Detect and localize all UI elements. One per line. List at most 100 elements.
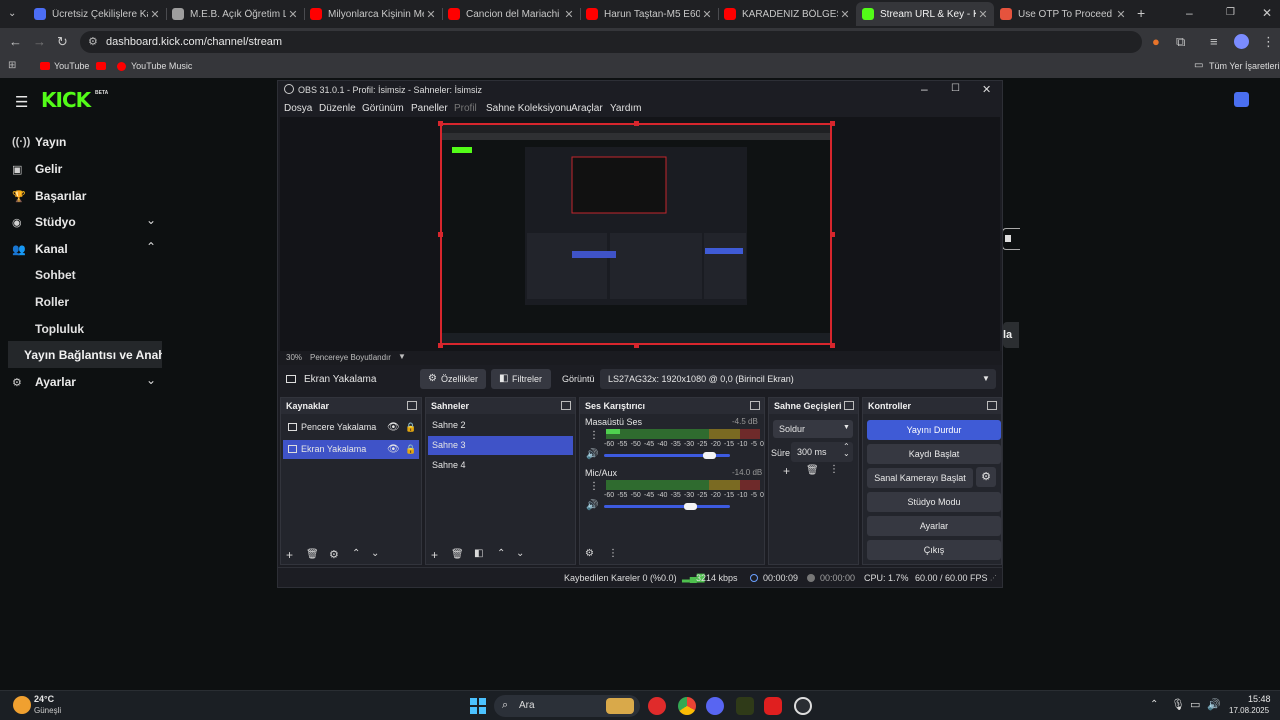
channel-menu-icon[interactable]: ⋮: [589, 430, 599, 441]
tab-close-icon[interactable]: ✕: [562, 8, 576, 21]
eye-icon[interactable]: 👁: [387, 440, 400, 459]
address-bar[interactable]: ⚙ dashboard.kick.com/channel/stream: [80, 31, 1142, 53]
volume-slider-knob[interactable]: [702, 452, 716, 459]
close-window-icon[interactable]: ✕: [1262, 6, 1272, 20]
duration-input[interactable]: 300 ms ⌃ ⌄: [791, 442, 853, 462]
partial-button[interactable]: la: [1003, 322, 1019, 348]
clock-date[interactable]: 17.08.2025: [1229, 706, 1269, 715]
remove-source-icon[interactable]: 🗑: [306, 549, 319, 560]
sidebar-subitem[interactable]: Roller: [35, 295, 69, 309]
sidebar-item-2[interactable]: 🏆 Başarılar: [12, 189, 86, 203]
channel-menu-icon[interactable]: ⋮: [589, 481, 599, 492]
discord-icon[interactable]: [706, 697, 724, 715]
preview-canvas[interactable]: [440, 123, 832, 345]
new-tab-icon[interactable]: +: [1137, 6, 1145, 20]
move-down-icon[interactable]: ⌄: [371, 548, 379, 559]
transition-select[interactable]: Soldur ▼: [773, 420, 853, 438]
apps-grid-icon[interactable]: ⊞: [8, 60, 16, 71]
virtual-camera-settings-button[interactable]: ⚙: [976, 467, 996, 487]
move-down-icon[interactable]: ⌄: [516, 548, 524, 559]
site-info-icon[interactable]: ⚙: [88, 35, 98, 48]
scene-filter-icon[interactable]: ◧: [474, 548, 483, 559]
dock-icon[interactable]: [561, 401, 571, 410]
browser-tab[interactable]: Cancion del Mariachi - Yo✕: [442, 2, 580, 26]
lock-icon[interactable]: 🔒: [405, 440, 416, 459]
dock-icon[interactable]: [844, 401, 854, 410]
chevron-icon[interactable]: ⌄: [146, 213, 156, 227]
sidebar-item-stream-key[interactable]: Yayın Bağlantısı ve Anahtarı: [24, 348, 162, 362]
youtube-app-icon[interactable]: [764, 697, 782, 715]
control-button[interactable]: Kaydı Başlat: [867, 444, 1001, 464]
chevron-down-icon[interactable]: ▼: [398, 352, 406, 361]
volume-icon[interactable]: 🔊: [1207, 698, 1221, 711]
resize-handle[interactable]: [830, 343, 835, 348]
speaker-icon[interactable]: 🔊: [586, 500, 598, 511]
zoom-mode-select[interactable]: Pencereye Boyutlandır: [310, 353, 391, 362]
browser-tab[interactable]: Use OTP To Proceed - lev✕: [994, 2, 1132, 26]
resize-handle[interactable]: [830, 121, 835, 126]
control-button[interactable]: Yayını Durdur: [867, 420, 1001, 440]
resize-handle[interactable]: [634, 121, 639, 126]
tray-chevron-icon[interactable]: ⌃: [1150, 699, 1158, 710]
obs-menu-item[interactable]: Yardım: [610, 103, 642, 114]
profile-avatar[interactable]: [1234, 34, 1249, 49]
control-button[interactable]: Stüdyo Modu: [867, 492, 1001, 512]
resize-handle[interactable]: [438, 232, 443, 237]
tab-search-icon[interactable]: ⌄: [8, 7, 16, 21]
control-button[interactable]: Ayarlar: [867, 516, 1001, 536]
tab-close-icon[interactable]: ✕: [976, 8, 990, 21]
extensions-puzzle-icon[interactable]: ⧉: [1176, 35, 1185, 49]
app-icon-red[interactable]: [648, 697, 666, 715]
volume-slider-knob[interactable]: [683, 503, 697, 510]
properties-button[interactable]: ⚙ Özellikler: [420, 369, 486, 389]
browser-tab[interactable]: Harun Taştan-M5 E60 S V✕: [580, 2, 718, 26]
browser-tab[interactable]: KARADENİZ BÖLGESİ'NİN✕: [718, 2, 856, 26]
obs-menu-item[interactable]: Paneller: [411, 103, 448, 114]
sidebar-item-4[interactable]: 👥 Kanal: [12, 242, 68, 256]
tab-close-icon[interactable]: ✕: [286, 8, 300, 21]
remove-scene-icon[interactable]: 🗑: [451, 549, 464, 560]
volume-slider-track[interactable]: [604, 505, 730, 508]
reload-icon[interactable]: ↻: [57, 35, 68, 49]
add-scene-icon[interactable]: +: [431, 548, 438, 562]
filters-button[interactable]: ◧ Filtreler: [491, 369, 551, 389]
maximize-icon[interactable]: ☐: [951, 83, 960, 94]
add-transition-icon[interactable]: +: [783, 464, 790, 478]
weather-sun-icon[interactable]: [13, 696, 31, 714]
display-select[interactable]: LS27AG32x: 1920x1080 @ 0,0 (Birincil Ekr…: [600, 369, 996, 389]
tab-close-icon[interactable]: ✕: [700, 8, 714, 21]
dock-icon[interactable]: [987, 401, 997, 410]
obs-menu-item[interactable]: Profil: [454, 103, 477, 114]
browser-tab[interactable]: Ücretsiz Çekilişlere Katılın✕: [28, 2, 166, 26]
sidebar-subitem[interactable]: Sohbet: [35, 268, 76, 282]
dock-icon[interactable]: [750, 401, 760, 410]
stepper-down-icon[interactable]: ⌄: [843, 449, 850, 458]
speaker-icon[interactable]: 🔊: [586, 449, 598, 460]
lock-icon[interactable]: 🔒: [405, 418, 416, 437]
add-source-icon[interactable]: +: [286, 548, 293, 562]
bookmark-youtube[interactable]: YouTube: [54, 61, 89, 71]
sidebar-item-0[interactable]: ((·)) Yayın: [12, 135, 66, 149]
browser-tab[interactable]: Stream URL & Key - Kick✕: [856, 2, 994, 26]
source-row[interactable]: Pencere Yakalama 👁 🔒: [283, 418, 419, 437]
move-up-icon[interactable]: ⌃: [497, 548, 505, 559]
obs-app-icon[interactable]: [794, 697, 812, 715]
resize-handle[interactable]: [438, 343, 443, 348]
back-icon[interactable]: ←: [9, 35, 22, 49]
hamburger-menu-icon[interactable]: ☰: [15, 93, 28, 111]
source-properties-icon[interactable]: ⚙: [329, 548, 339, 561]
chevron-icon[interactable]: ⌃: [146, 240, 156, 254]
move-up-icon[interactable]: ⌃: [352, 548, 360, 559]
resize-handle[interactable]: [438, 121, 443, 126]
tab-close-icon[interactable]: ✕: [424, 8, 438, 21]
browser-tab[interactable]: M.E.B. Açık Öğretim Lisesi✕: [166, 2, 304, 26]
microphone-icon[interactable]: 🎙: [1171, 698, 1185, 711]
app-icon-green[interactable]: [736, 697, 754, 715]
resize-handle[interactable]: [830, 232, 835, 237]
forward-icon[interactable]: →: [33, 35, 46, 49]
minimize-icon[interactable]: –: [1186, 6, 1193, 20]
obs-menu-item[interactable]: Sahne Koleksiyonu: [486, 103, 572, 114]
scene-row[interactable]: Sahne 2: [428, 416, 573, 435]
weather-temp[interactable]: 24°C: [34, 694, 54, 704]
tab-close-icon[interactable]: ✕: [838, 8, 852, 21]
